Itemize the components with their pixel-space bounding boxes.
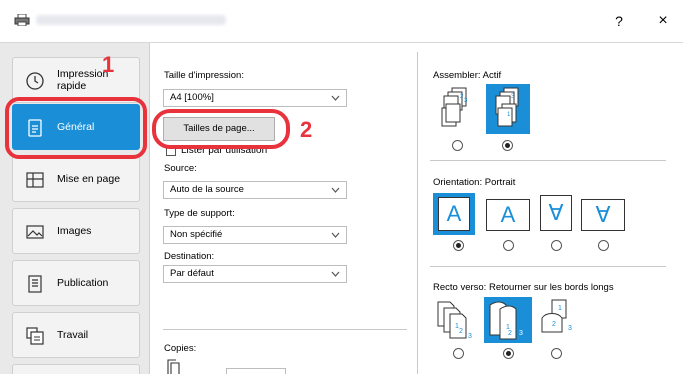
duplex-short-edge-icon[interactable]: 1 2 3 xyxy=(538,298,578,342)
orientation-heading: Orientation: Portrait xyxy=(433,177,515,188)
duplex-long-edge-icon: 1 2 3 xyxy=(489,301,523,340)
close-button[interactable]: × xyxy=(648,8,678,34)
destination-select[interactable]: Par défaut xyxy=(163,265,347,283)
column-divider xyxy=(417,52,418,374)
media-type-value: Non spécifié xyxy=(170,229,223,240)
duplex-long-edge-option[interactable]: 1 2 3 xyxy=(484,297,532,343)
sidebar-item-label: Images xyxy=(57,225,92,237)
svg-text:1: 1 xyxy=(558,305,562,312)
duplex-short-edge-radio[interactable] xyxy=(551,348,562,359)
duplex-value: Retourner sur les bords longs xyxy=(488,282,614,293)
print-size-select[interactable]: A4 [100%] xyxy=(163,89,347,107)
source-value: Auto de la source xyxy=(170,184,244,195)
duplex-label: Recto verso: xyxy=(433,282,487,293)
print-size-label: Taille d'impression: xyxy=(164,70,244,81)
duplex-heading: Recto verso: Retourner sur les bords lon… xyxy=(433,282,614,293)
chevron-down-icon xyxy=(331,187,340,193)
svg-text:2: 2 xyxy=(552,321,556,328)
annotation-ring-page-sizes xyxy=(152,109,290,149)
orientation-value: Portrait xyxy=(484,177,516,188)
section-divider xyxy=(163,329,407,330)
layout-grid-icon xyxy=(26,172,44,188)
stacked-pages-icon xyxy=(26,327,44,345)
svg-text:2: 2 xyxy=(508,330,512,337)
svg-text:3: 3 xyxy=(568,325,572,332)
print-size-value: A4 [100%] xyxy=(170,92,214,103)
sidebar-item-layout[interactable]: Mise en page xyxy=(12,156,140,202)
svg-text:3: 3 xyxy=(464,98,468,104)
annotation-ring-general xyxy=(5,97,147,159)
source-select[interactable]: Auto de la source xyxy=(163,181,347,199)
help-button[interactable]: ? xyxy=(604,8,634,34)
copies-input[interactable] xyxy=(226,368,286,374)
destination-value: Par défaut xyxy=(170,268,214,279)
source-label: Source: xyxy=(164,163,197,174)
collate-on-icon: 3 1 xyxy=(495,87,519,127)
copies-icon xyxy=(167,359,180,374)
annotation-number-2: 2 xyxy=(300,117,313,142)
destination-label: Destination: xyxy=(164,251,215,262)
printer-icon xyxy=(14,14,30,26)
orientation-portrait-rotated-radio[interactable] xyxy=(551,240,562,251)
orientation-landscape-rotated-option[interactable]: ∀ xyxy=(581,199,625,231)
sidebar-item-label: Travail xyxy=(57,329,89,341)
clock-icon xyxy=(26,72,44,90)
collate-on-option[interactable]: 3 1 xyxy=(486,84,530,134)
collate-label: Assembler: xyxy=(433,70,481,81)
sidebar-item-label: Mise en page xyxy=(57,173,121,185)
sidebar-item-images[interactable]: Images xyxy=(12,208,140,254)
collate-on-radio[interactable] xyxy=(502,140,513,151)
media-type-select[interactable]: Non spécifié xyxy=(163,226,347,244)
sidebar-item-label: Publication xyxy=(57,277,109,289)
sidebar-item-label: Impression rapide xyxy=(57,68,109,92)
orientation-landscape-rotated-radio[interactable] xyxy=(598,240,609,251)
sidebar: Impression rapide Général Mise en page I… xyxy=(0,43,150,374)
collate-value: Actif xyxy=(482,70,502,81)
image-icon xyxy=(26,225,44,239)
title-bar: ? × xyxy=(0,0,683,42)
chevron-down-icon xyxy=(331,232,340,238)
orientation-portrait-glyph: A xyxy=(438,197,470,231)
duplex-off-icon[interactable]: 1 2 3 xyxy=(436,298,480,342)
orientation-landscape-option[interactable]: A xyxy=(486,199,530,231)
collate-heading: Assembler: Actif xyxy=(433,70,501,81)
svg-text:3: 3 xyxy=(468,333,472,340)
sidebar-item-publishing[interactable]: Publication xyxy=(12,260,140,306)
orientation-portrait-radio[interactable] xyxy=(453,240,464,251)
copies-label: Copies: xyxy=(164,343,197,354)
sidebar-item-more[interactable] xyxy=(12,364,140,374)
window-title-blurred xyxy=(36,15,226,25)
section-divider xyxy=(430,160,666,161)
svg-text:2: 2 xyxy=(459,328,463,335)
sidebar-item-job[interactable]: Travail xyxy=(12,312,140,358)
duplex-long-edge-radio[interactable] xyxy=(503,348,514,359)
collate-off-icon[interactable]: 2 3 xyxy=(438,86,478,132)
orientation-portrait-option[interactable]: A xyxy=(433,193,475,235)
chevron-down-icon xyxy=(331,95,340,101)
orientation-portrait-rotated-option[interactable]: ∀ xyxy=(540,195,572,231)
orientation-landscape-radio[interactable] xyxy=(503,240,514,251)
chevron-down-icon xyxy=(331,271,340,277)
collate-off-radio[interactable] xyxy=(452,140,463,151)
svg-text:3: 3 xyxy=(519,330,523,337)
duplex-off-radio[interactable] xyxy=(453,348,464,359)
booklet-icon xyxy=(28,275,42,293)
media-type-label: Type de support: xyxy=(164,208,235,219)
orientation-label: Orientation: xyxy=(433,177,483,188)
section-divider xyxy=(430,266,666,267)
annotation-number-1: 1 xyxy=(102,52,115,77)
